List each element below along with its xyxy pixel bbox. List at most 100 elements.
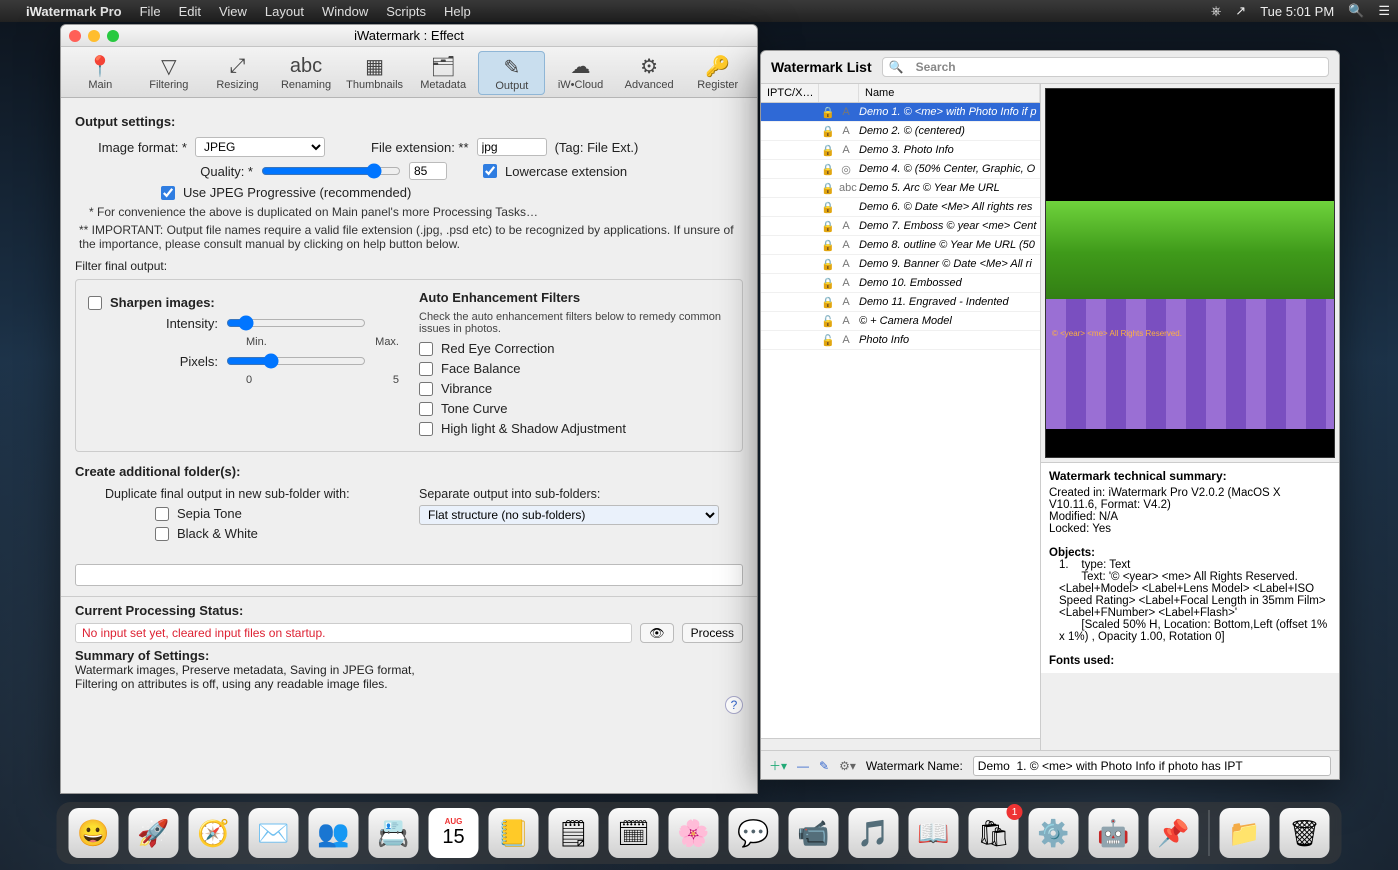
dock-app-10[interactable]: 🌸 — [669, 808, 719, 858]
add-button[interactable]: ＋▾ — [769, 757, 787, 774]
jpeg-progressive-checkbox[interactable] — [161, 186, 175, 200]
watermark-row[interactable]: 🔒◎Demo 4. © (50% Center, Graphic, O — [761, 160, 1040, 179]
dock-app-15[interactable]: 🛍1 — [969, 808, 1019, 858]
menu-help[interactable]: Help — [444, 4, 471, 19]
dock-app-19[interactable]: 📁 — [1220, 808, 1270, 858]
spotlight-icon[interactable]: 🔍 — [1348, 3, 1364, 19]
toolbar-main[interactable]: 📍Main — [67, 51, 134, 95]
watermark-row[interactable]: 🔒ADemo 3. Photo Info — [761, 141, 1040, 160]
dock-app-20[interactable]: 🗑 — [1280, 808, 1330, 858]
filter-checkbox[interactable] — [419, 402, 433, 416]
watermark-row[interactable]: 🔒ADemo 2. © (centered) — [761, 122, 1040, 141]
help-button[interactable]: ? — [725, 696, 743, 714]
lowercase-checkbox[interactable] — [483, 164, 497, 178]
duplicate-label: Duplicate final output in new sub-folder… — [105, 487, 399, 501]
dock-app-17[interactable]: 🤖 — [1089, 808, 1139, 858]
filter-checkbox[interactable] — [419, 362, 433, 376]
zoom-button[interactable] — [107, 30, 119, 42]
watermark-row[interactable]: 🔓A© + Camera Model — [761, 312, 1040, 331]
gear-button[interactable]: ⚙▾ — [839, 759, 856, 773]
watermark-row[interactable]: 🔒Demo 6. © Date <Me> All rights res — [761, 198, 1040, 217]
col-blank[interactable] — [819, 84, 859, 102]
wm-name-input[interactable] — [973, 756, 1331, 776]
dock-app-12[interactable]: 📹 — [789, 808, 839, 858]
toolbar-iw•cloud[interactable]: ☁iW•Cloud — [547, 51, 614, 95]
dock-app-8[interactable]: 🗒 — [549, 808, 599, 858]
file-ext-input[interactable] — [477, 138, 547, 156]
menu-edit[interactable]: Edit — [179, 4, 201, 19]
toolbar-renaming[interactable]: abcRenaming — [273, 51, 340, 95]
sepia-checkbox[interactable] — [155, 507, 169, 521]
dock-app-0[interactable]: 😀 — [69, 808, 119, 858]
tech-line-2: Modified: N/A — [1049, 511, 1331, 523]
dock-app-7[interactable]: 📒 — [489, 808, 539, 858]
status-icon-1[interactable]: ⎈ — [1211, 3, 1221, 19]
process-button[interactable]: Process — [682, 623, 743, 643]
toolbar-metadata[interactable]: 🗂Metadata — [410, 51, 477, 95]
watermark-row[interactable]: 🔓APhoto Info — [761, 331, 1040, 350]
watermark-row[interactable]: 🔒ADemo 9. Banner © Date <Me> All ri — [761, 255, 1040, 274]
menu-window[interactable]: Window — [322, 4, 368, 19]
watermark-row[interactable]: 🔒ADemo 7. Emboss © year <me> Cent — [761, 217, 1040, 236]
dock-app-16[interactable]: ⚙️ — [1029, 808, 1079, 858]
quality-value-input[interactable] — [409, 162, 447, 180]
menu-view[interactable]: View — [219, 4, 247, 19]
bw-checkbox[interactable] — [155, 527, 169, 541]
remove-button[interactable]: — — [797, 759, 809, 773]
dock-app-5[interactable]: 📇 — [369, 808, 419, 858]
col-iptc[interactable]: IPTC/X… — [761, 84, 819, 102]
menu-file[interactable]: File — [140, 4, 161, 19]
list-scrollbar[interactable] — [761, 738, 1040, 750]
toolbar-icon: ☁ — [561, 53, 601, 79]
auto-enhance-heading: Auto Enhancement Filters — [419, 290, 730, 305]
toolbar-resizing[interactable]: ⤢Resizing — [204, 51, 271, 95]
menu-layout[interactable]: Layout — [265, 4, 304, 19]
dock-app-4[interactable]: 👥 — [309, 808, 359, 858]
edit-button[interactable]: ✎ — [819, 759, 829, 773]
row-name: Demo 7. Emboss © year <me> Cent — [859, 220, 1036, 232]
filter-checkbox[interactable] — [419, 422, 433, 436]
dock-app-3[interactable]: ✉️ — [249, 808, 299, 858]
titlebar[interactable]: iWatermark : Effect — [61, 25, 757, 47]
app-menu[interactable]: iWatermark Pro — [26, 4, 122, 19]
col-name[interactable]: Name — [859, 84, 1040, 102]
dock-app-14[interactable]: 📖 — [909, 808, 959, 858]
separate-select[interactable]: Flat structure (no sub-folders) — [419, 505, 719, 525]
min-label: Min. — [246, 336, 267, 348]
watermark-row[interactable]: 🔒ADemo 11. Engraved - Indented — [761, 293, 1040, 312]
filter-checkbox[interactable] — [419, 382, 433, 396]
bottom-text-input[interactable] — [75, 564, 743, 586]
image-format-select[interactable]: JPEG — [195, 137, 325, 157]
menu-scripts[interactable]: Scripts — [386, 4, 426, 19]
toolbar-register[interactable]: 🔑Register — [684, 51, 751, 95]
dock-app-13[interactable]: 🎵 — [849, 808, 899, 858]
search-field[interactable]: 🔍Search — [882, 57, 1329, 77]
watermark-row[interactable]: 🔒ADemo 10. Embossed — [761, 274, 1040, 293]
dock-app-6[interactable]: AUG15 — [429, 808, 479, 858]
dock-app-9[interactable]: 🗓 — [609, 808, 659, 858]
dock-app-1[interactable]: 🚀 — [129, 808, 179, 858]
intensity-slider[interactable] — [226, 315, 366, 331]
close-button[interactable] — [69, 30, 81, 42]
watermark-row[interactable]: 🔒ADemo 8. outline © Year Me URL (50 — [761, 236, 1040, 255]
menubar-clock[interactable]: Tue 5:01 PM — [1260, 4, 1334, 19]
watermark-row[interactable]: 🔒ADemo 1. © <me> with Photo Info if p — [761, 103, 1040, 122]
quality-slider[interactable] — [261, 163, 401, 179]
sharpen-checkbox[interactable] — [88, 296, 102, 310]
toolbar-label: Thumbnails — [346, 79, 403, 91]
pixels-slider[interactable] — [226, 353, 366, 369]
watermark-row[interactable]: 🔒abcDemo 5. Arc © Year Me URL — [761, 179, 1040, 198]
dock-app-2[interactable]: 🧭 — [189, 808, 239, 858]
filter-checkbox[interactable] — [419, 342, 433, 356]
minimize-button[interactable] — [88, 30, 100, 42]
status-icon-2[interactable]: ↗ — [1235, 3, 1246, 19]
dock-badge: 1 — [1007, 804, 1023, 820]
toolbar-thumbnails[interactable]: ▦Thumbnails — [341, 51, 408, 95]
toolbar-output[interactable]: ✎Output — [478, 51, 545, 95]
dock-app-18[interactable]: 📌 — [1149, 808, 1199, 858]
toolbar-filtering[interactable]: ▽Filtering — [136, 51, 203, 95]
preview-button[interactable]: 👁 — [640, 623, 673, 643]
menu-extras-icon[interactable]: ☰ — [1378, 3, 1390, 19]
toolbar-advanced[interactable]: ⚙Advanced — [616, 51, 683, 95]
dock-app-11[interactable]: 💬 — [729, 808, 779, 858]
